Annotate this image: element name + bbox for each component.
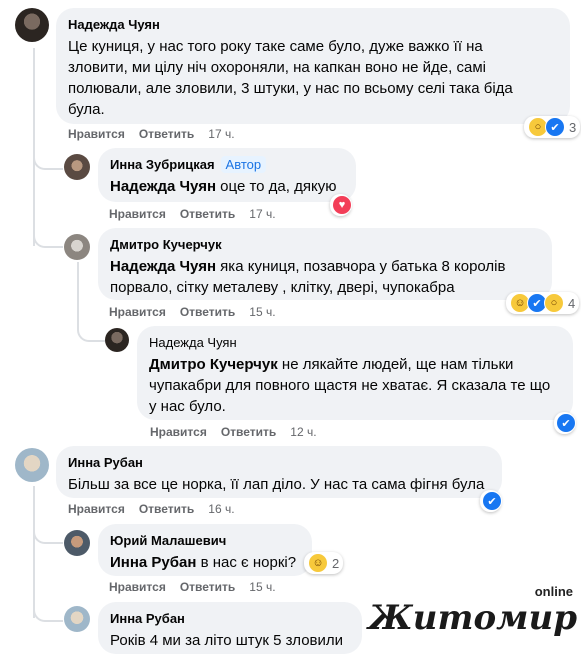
comment-text: Дмитро Кучерчук не лякайте людей, ще нам… [149, 354, 561, 417]
comment-bubble: Надежда Чуян Це куниця, у нас того року … [56, 8, 570, 124]
thread-branch [33, 140, 63, 170]
like-reaction-icon: ✔ [556, 413, 576, 433]
reaction-summary[interactable]: ✔ [554, 412, 576, 434]
comment-actions: Нравится Ответить 17 ч. [109, 207, 290, 221]
comment-text: Инна Рубан в нас є норкі? [110, 552, 300, 573]
comment-text: Це куниця, у нас того року таке саме бул… [68, 36, 558, 120]
comment-actions: Нравится Ответить 16 ч. [68, 502, 249, 516]
comment-line: полювали, але зловили, 3 штуки, у нас по… [68, 80, 513, 97]
reaction-count: 4 [568, 295, 576, 311]
comment-line: була. [68, 101, 105, 118]
thread-line [77, 262, 79, 320]
thread-branch [33, 218, 63, 248]
thread-branch [33, 592, 63, 622]
like-button[interactable]: Нравится [109, 580, 166, 594]
avatar[interactable] [64, 234, 90, 260]
thread-branch [33, 514, 63, 544]
reaction-summary[interactable]: ☺ 2 [304, 552, 344, 574]
timestamp[interactable]: 12 ч. [290, 425, 316, 439]
like-button[interactable]: Нравится [109, 207, 166, 221]
comment-author[interactable]: Инна Рубан [110, 611, 185, 626]
like-reaction-icon: ✔ [545, 117, 565, 137]
timestamp[interactable]: 16 ч. [208, 502, 234, 516]
reply-button[interactable]: Ответить [139, 502, 194, 516]
timestamp[interactable]: 15 ч. [249, 580, 275, 594]
timestamp[interactable]: 17 ч. [249, 207, 275, 221]
reaction-summary[interactable]: ○ ✔ 3 [524, 116, 581, 138]
timestamp[interactable]: 17 ч. [208, 127, 234, 141]
wow-reaction-icon: ○ [544, 293, 564, 313]
comment-author[interactable]: Юрий Малашевич [110, 533, 226, 548]
comment-bubble: Дмитро Кучерчук Надежда Чуян яка куниця,… [98, 228, 552, 300]
comment-text: Надежда Чуян яка куниця, позавчора у бат… [110, 256, 540, 298]
comment-actions: Нравится Ответить 17 ч. [68, 127, 249, 141]
thread-branch [77, 314, 105, 342]
comment-actions: Нравится Ответить 15 ч. [109, 580, 290, 594]
love-reaction-icon: ♥ [332, 195, 352, 215]
timestamp[interactable]: 15 ч. [249, 305, 275, 319]
reply-button[interactable]: Ответить [221, 425, 276, 439]
watermark-sub: online [534, 584, 573, 599]
comment-line: у нас було. [149, 398, 226, 415]
comment-bubble: Инна Рубан Більш за все це норка, її лап… [56, 446, 502, 498]
reply-button[interactable]: Ответить [180, 580, 235, 594]
comment-bubble: Надежда Чуян Дмитро Кучерчук не лякайте … [137, 326, 573, 420]
comment-author[interactable]: Инна Рубан [68, 455, 143, 470]
avatar[interactable] [15, 8, 49, 42]
comment-text: Років 4 ми за літо штук 5 зловили [110, 632, 344, 649]
like-button[interactable]: Нравится [68, 127, 125, 141]
avatar[interactable] [15, 448, 49, 482]
reaction-summary[interactable]: ✔ [480, 490, 502, 512]
site-watermark: online Житомир [368, 584, 577, 638]
comment-text: Більш за все це норка, її лап діло. У на… [68, 476, 485, 493]
comment-bubble: Инна Зубрицкая Автор Надежда Чуян оце то … [98, 148, 356, 202]
mention[interactable]: Инна Рубан [110, 554, 196, 571]
author-badge: Автор [220, 156, 267, 173]
mention[interactable]: Дмитро Кучерчук [149, 356, 278, 373]
comment-line: зловити, ми цілу ніч охороняли, на капка… [68, 59, 486, 76]
mention[interactable]: Надежда Чуян [110, 258, 216, 275]
reaction-count: 2 [332, 555, 340, 571]
comment-body: не лякайте людей, ще нам тільки [277, 356, 514, 373]
comment-bubble: Инна Рубан Років 4 ми за літо штук 5 зло… [98, 602, 362, 654]
haha-reaction-icon: ☺ [308, 553, 328, 573]
comment-actions: Нравится Ответить 12 ч. [150, 425, 331, 439]
like-reaction-icon: ✔ [482, 491, 502, 511]
reaction-summary[interactable]: ♥ [330, 194, 352, 216]
avatar[interactable] [64, 530, 90, 556]
comment-line: порвало, сітку металеву , клітку, двері,… [110, 279, 455, 296]
reaction-count: 3 [569, 119, 577, 135]
avatar[interactable] [64, 154, 90, 180]
comment-body: яка куниця, позавчора у батька 8 королів [216, 258, 506, 275]
comment-bubble: Юрий Малашевич Инна Рубан в нас є норкі? [98, 524, 312, 576]
watermark-main: Житомир [368, 598, 577, 638]
comment-line: Це куниця, у нас того року таке саме бул… [68, 38, 483, 55]
avatar[interactable] [64, 606, 90, 632]
reply-button[interactable]: Ответить [139, 127, 194, 141]
comment-author[interactable]: Дмитро Кучерчук [110, 237, 222, 252]
comment-text: Надежда Чуян оце то да, дякую [110, 176, 344, 197]
comment-body: в нас є норкі? [196, 554, 297, 571]
comment-line: чупакабри для повного щастя не хватає. Я… [149, 377, 551, 394]
reply-button[interactable]: Ответить [180, 305, 235, 319]
comment-author[interactable]: Инна Зубрицкая [110, 157, 215, 172]
comment-author[interactable]: Надежда Чуян [68, 17, 160, 32]
avatar[interactable] [105, 328, 129, 352]
comment-author[interactable]: Надежда Чуян [149, 335, 237, 350]
comment-actions: Нравится Ответить 15 ч. [109, 305, 290, 319]
mention[interactable]: Надежда Чуян [110, 178, 216, 195]
reaction-summary[interactable]: ☺ ✔ ○ 4 [506, 292, 580, 314]
reply-button[interactable]: Ответить [180, 207, 235, 221]
comment-body: оце то да, дякую [216, 178, 337, 195]
like-button[interactable]: Нравится [109, 305, 166, 319]
like-button[interactable]: Нравится [150, 425, 207, 439]
like-button[interactable]: Нравится [68, 502, 125, 516]
